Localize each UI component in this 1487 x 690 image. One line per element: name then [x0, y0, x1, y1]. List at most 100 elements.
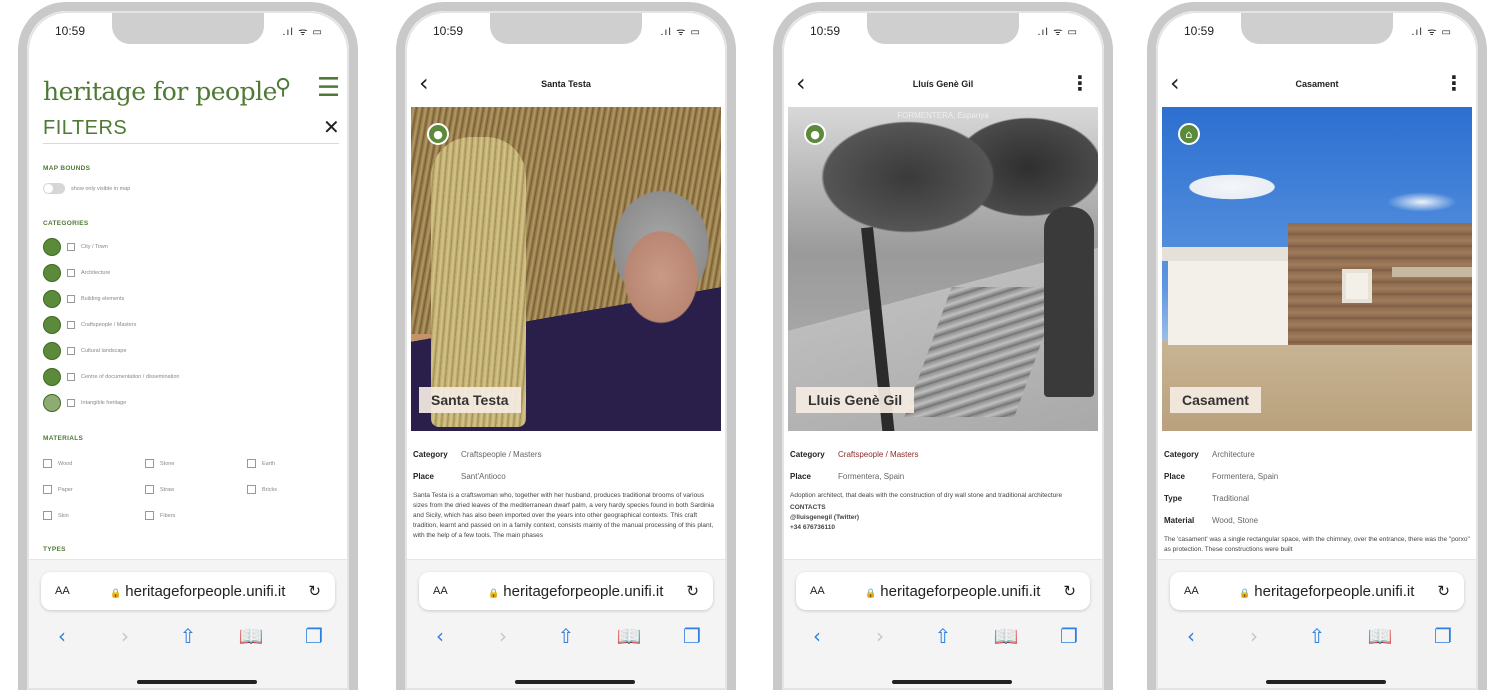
material-checkbox[interactable]	[145, 459, 154, 468]
map-bounds-toggle-row[interactable]: show only visible in map	[43, 183, 130, 194]
bookmarks-icon[interactable]: 📖	[614, 624, 644, 648]
material-checkbox[interactable]	[145, 485, 154, 494]
category-option[interactable]: Cultural landscape	[43, 341, 127, 361]
bookmarks-icon[interactable]: 📖	[236, 624, 266, 648]
share-icon[interactable]: ⇧	[173, 624, 203, 648]
bookmarks-icon[interactable]: 📖	[991, 624, 1021, 648]
share-icon[interactable]: ⇧	[928, 624, 958, 648]
category-checkbox[interactable]	[67, 399, 75, 407]
close-icon[interactable]: ✕	[323, 115, 340, 139]
material-checkbox[interactable]	[247, 485, 256, 494]
reload-icon[interactable]: ↻	[308, 582, 321, 600]
material-checkbox[interactable]	[43, 511, 52, 520]
material-row: Material Wood, Stone	[1164, 509, 1470, 531]
material-checkbox[interactable]	[145, 511, 154, 520]
material-option[interactable]: Bricks	[247, 485, 277, 494]
status-time: 10:59	[55, 24, 86, 38]
forward-arrow-icon[interactable]: ›	[1239, 624, 1269, 648]
bookmarks-icon[interactable]: 📖	[1365, 624, 1395, 648]
page-title: Casament	[1295, 79, 1339, 89]
material-option[interactable]: Stone	[145, 459, 174, 468]
back-arrow-icon[interactable]: ‹	[1176, 624, 1206, 648]
category-option[interactable]: Intangible heritage	[43, 393, 126, 413]
address-bar[interactable]: AA 🔒 heritageforpeople.unifi.it ↻	[1170, 572, 1464, 610]
status-icons: .ıl ᯤ ▭	[1037, 27, 1078, 38]
cultural-landscape-icon	[43, 342, 61, 360]
category-option[interactable]: Craftspeople / Masters	[43, 315, 136, 335]
more-options-icon[interactable]: ⋮	[1070, 71, 1090, 95]
address-bar[interactable]: AA 🔒 heritageforpeople.unifi.it ↻	[41, 572, 335, 610]
documentation-centre-icon	[43, 368, 61, 386]
phone-notch	[112, 11, 264, 44]
reader-aa-button[interactable]: AA	[55, 585, 87, 597]
material-option[interactable]: Fibers	[145, 511, 175, 520]
back-arrow-icon[interactable]: ‹	[47, 624, 77, 648]
hamburger-menu-icon[interactable]: ☰	[317, 73, 340, 103]
material-option[interactable]: Paper	[43, 485, 73, 494]
tabs-icon[interactable]: ❐	[299, 624, 329, 648]
reload-icon[interactable]: ↻	[686, 582, 699, 600]
category-checkbox[interactable]	[67, 373, 75, 381]
tabs-icon[interactable]: ❐	[677, 624, 707, 648]
category-option[interactable]: City / Town	[43, 237, 108, 257]
reader-aa-button[interactable]: AA	[433, 585, 465, 597]
category-checkbox[interactable]	[67, 295, 75, 303]
heritage-logo[interactable]: heritage for people	[43, 77, 277, 106]
forward-arrow-icon[interactable]: ›	[110, 624, 140, 648]
browser-toolbar: ‹ › ⇧ 📖 ❐	[802, 622, 1084, 650]
back-arrow-icon[interactable]: ‹	[425, 624, 455, 648]
material-option[interactable]: Earth	[247, 459, 275, 468]
phone-link[interactable]: +34 676736110	[790, 523, 1096, 533]
reader-aa-button[interactable]: AA	[1184, 585, 1216, 597]
category-option[interactable]: Building elements	[43, 289, 124, 309]
category-option[interactable]: Centre of documentation / dissemination	[43, 367, 179, 387]
address-bar[interactable]: AA 🔒 heritageforpeople.unifi.it ↻	[419, 572, 713, 610]
material-checkbox[interactable]	[43, 459, 52, 468]
forward-arrow-icon[interactable]: ›	[488, 624, 518, 648]
category-checkbox[interactable]	[67, 243, 75, 251]
url-text: 🔒 heritageforpeople.unifi.it	[842, 583, 1063, 600]
category-checkbox[interactable]	[67, 321, 75, 329]
photo-caption: FORMENTERA, Espanya	[897, 111, 989, 120]
detail-info: Category Craftspeople / Masters Place Form…	[790, 443, 1096, 533]
home-indicator[interactable]	[1266, 680, 1386, 684]
category-value[interactable]: Architecture	[1212, 450, 1255, 459]
share-icon[interactable]: ⇧	[551, 624, 581, 648]
home-indicator[interactable]	[515, 680, 635, 684]
category-row: Category Craftspeople / Masters	[413, 443, 719, 465]
home-indicator[interactable]	[137, 680, 257, 684]
home-indicator[interactable]	[892, 680, 1012, 684]
tabs-icon[interactable]: ❐	[1054, 624, 1084, 648]
forward-arrow-icon[interactable]: ›	[865, 624, 895, 648]
reader-aa-button[interactable]: AA	[810, 585, 842, 597]
address-bar[interactable]: AA 🔒 heritageforpeople.unifi.it ↻	[796, 572, 1090, 610]
map-bounds-toggle[interactable]	[43, 183, 65, 194]
reload-icon[interactable]: ↻	[1063, 582, 1076, 600]
scrollbar[interactable]	[347, 121, 349, 201]
material-option[interactable]: Straw	[145, 485, 174, 494]
lock-icon: 🔒	[865, 588, 877, 599]
category-value[interactable]: Craftspeople / Masters	[838, 450, 918, 459]
user-icon[interactable]: ⚲	[275, 75, 291, 100]
material-checkbox[interactable]	[247, 459, 256, 468]
safari-browser-bar: AA 🔒 heritageforpeople.unifi.it ↻ ‹ › ⇧ 📖…	[27, 559, 349, 690]
category-value[interactable]: Craftspeople / Masters	[461, 450, 541, 459]
place-row: Place Sant'Antioco	[413, 465, 719, 487]
reload-icon[interactable]: ↻	[1437, 582, 1450, 600]
share-icon[interactable]: ⇧	[1302, 624, 1332, 648]
material-checkbox[interactable]	[43, 485, 52, 494]
more-options-icon[interactable]: ⋮	[1444, 71, 1464, 95]
back-arrow-icon[interactable]: ‹	[802, 624, 832, 648]
material-option[interactable]: Skin	[43, 511, 69, 520]
place-key: Place	[790, 471, 811, 481]
material-option[interactable]: Wood	[43, 459, 72, 468]
type-value: Traditional	[1212, 493, 1250, 503]
person-silhouette	[1044, 207, 1094, 397]
category-option[interactable]: Architecture	[43, 263, 110, 283]
category-checkbox[interactable]	[67, 269, 75, 277]
place-row: Place Formentera, Spain	[1164, 465, 1470, 487]
twitter-link[interactable]: @lluisgenegil (Twitter)	[790, 513, 1096, 523]
url-value: heritageforpeople.unifi.it	[503, 582, 664, 600]
category-checkbox[interactable]	[67, 347, 75, 355]
tabs-icon[interactable]: ❐	[1428, 624, 1458, 648]
